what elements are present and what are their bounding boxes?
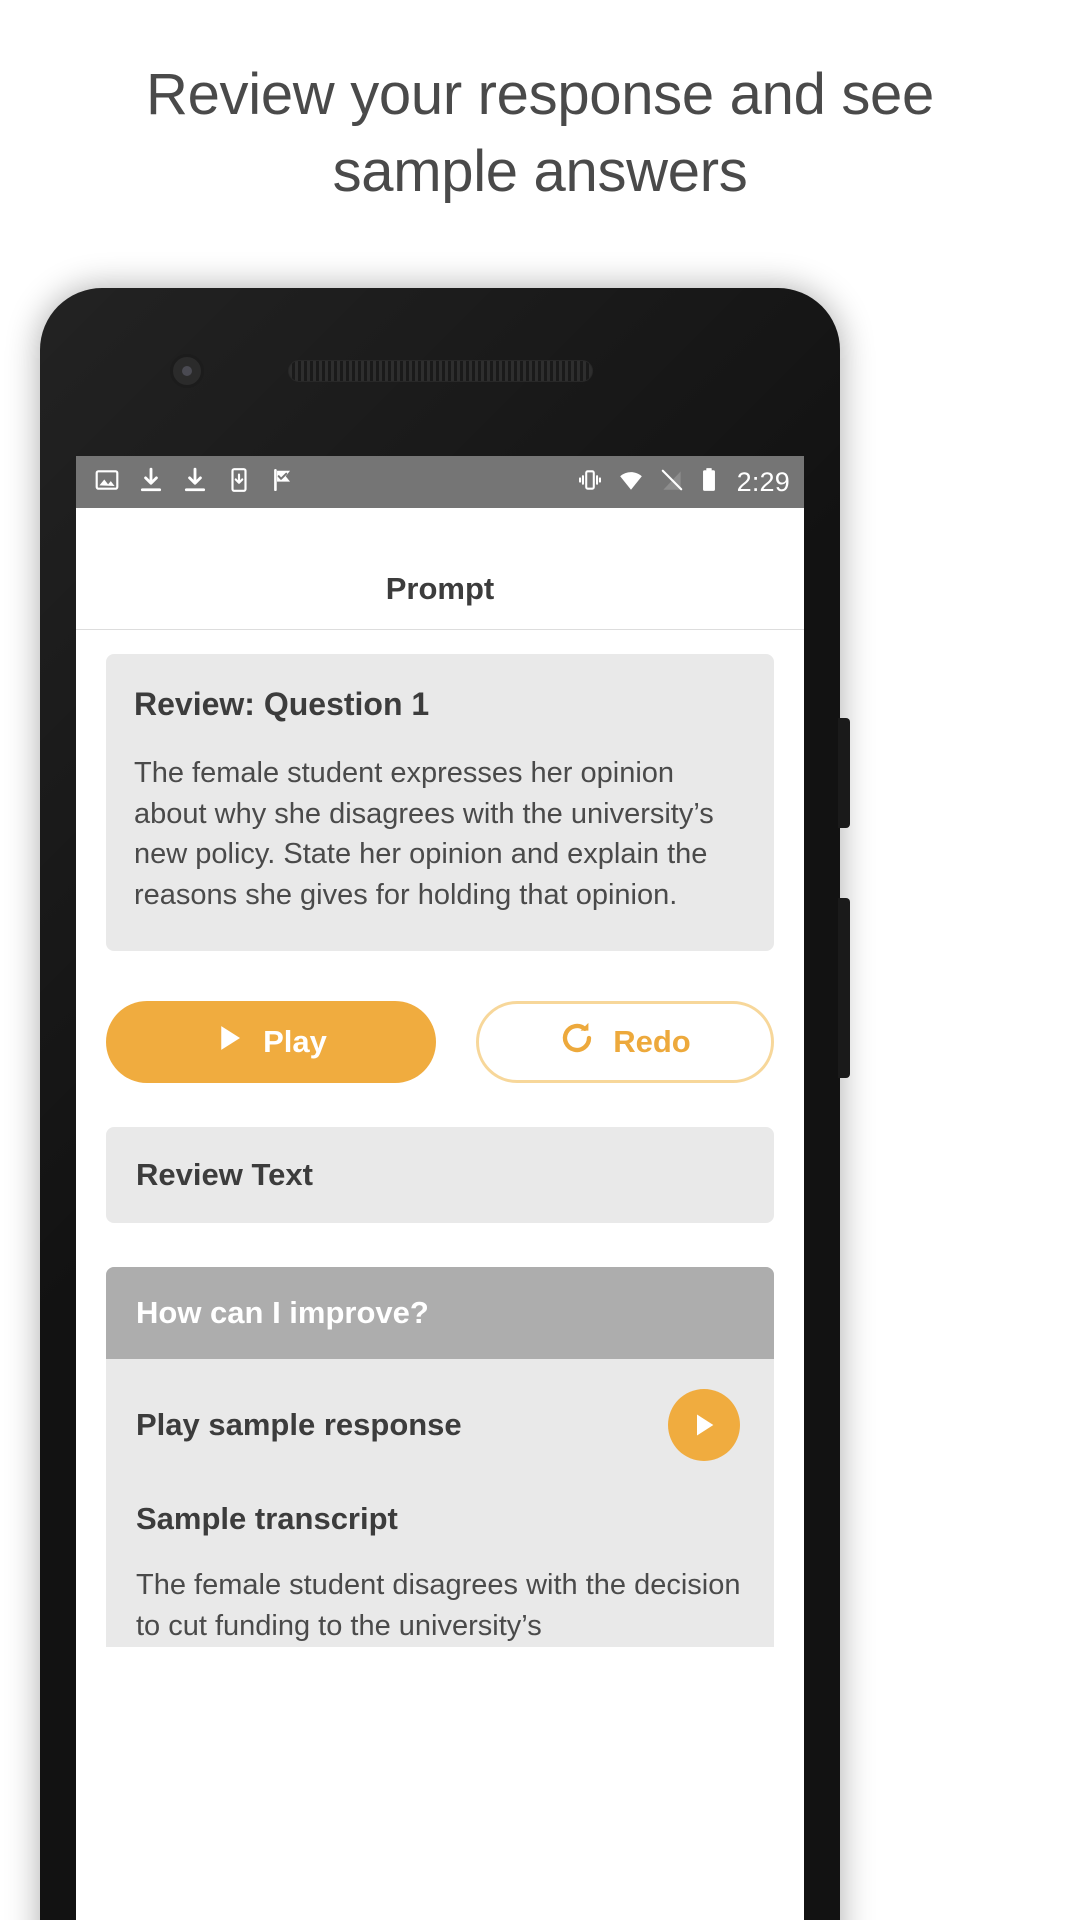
main-content: Review: Question 1 The female student ex… xyxy=(76,630,804,1647)
status-bar-clock: 2:29 xyxy=(736,466,790,497)
improve-panel: How can I improve? Play sample response … xyxy=(106,1267,774,1647)
download-icon xyxy=(182,467,208,498)
redo-button-label: Redo xyxy=(613,1024,691,1060)
play-button-label: Play xyxy=(263,1024,327,1060)
check-flag-icon xyxy=(270,467,296,498)
volume-button[interactable] xyxy=(838,898,850,1078)
download-icon xyxy=(138,467,164,498)
phone-device-frame: 2:29 Prompt Review: Question 1 The femal… xyxy=(40,288,850,1920)
earpiece-speaker xyxy=(288,360,593,382)
review-text-row[interactable]: Review Text xyxy=(106,1127,774,1224)
front-camera-icon xyxy=(170,354,204,388)
refresh-circular-arrow-icon xyxy=(559,1020,595,1064)
page-root: Review your response and see sample answ… xyxy=(0,0,1080,1920)
sample-response-row[interactable]: Play sample response xyxy=(136,1389,744,1462)
review-text-label: Review Text xyxy=(136,1157,313,1193)
play-circle-icon[interactable] xyxy=(668,1389,740,1462)
sample-transcript-title: Sample transcript xyxy=(136,1501,398,1537)
action-buttons-row: Play Redo xyxy=(106,1001,774,1084)
status-bar: 2:29 xyxy=(76,456,804,508)
save-to-device-icon xyxy=(226,467,252,498)
play-button[interactable]: Play xyxy=(106,1001,436,1084)
phone-screen: 2:29 Prompt Review: Question 1 The femal… xyxy=(76,456,804,1920)
app-bar: Prompt xyxy=(76,508,804,630)
sample-response-label: Play sample response xyxy=(136,1407,462,1443)
status-bar-right-icons: 2:29 xyxy=(577,467,790,498)
redo-button[interactable]: Redo xyxy=(475,1001,774,1084)
no-sim-icon xyxy=(659,467,685,498)
improve-panel-header[interactable]: How can I improve? xyxy=(106,1267,774,1360)
play-triangle-icon xyxy=(215,1022,245,1062)
battery-icon xyxy=(699,467,719,498)
power-button[interactable] xyxy=(838,718,850,828)
improve-panel-body: Play sample response Sample transcript T… xyxy=(106,1359,774,1646)
status-bar-left-icons xyxy=(94,467,577,498)
wifi-icon xyxy=(617,467,645,498)
improve-panel-header-label: How can I improve? xyxy=(136,1295,429,1331)
prompt-card-body: The female student expresses her opinion… xyxy=(134,757,714,911)
page-headline: Review your response and see sample answ… xyxy=(146,62,934,205)
vibrate-icon xyxy=(577,467,603,498)
prompt-card: Review: Question 1 The female student ex… xyxy=(106,654,774,952)
prompt-card-title: Review: Question 1 xyxy=(134,686,430,722)
page-title: Prompt xyxy=(385,571,495,606)
sample-transcript-body: The female student disagrees with the de… xyxy=(136,1569,741,1642)
image-icon xyxy=(94,467,120,498)
